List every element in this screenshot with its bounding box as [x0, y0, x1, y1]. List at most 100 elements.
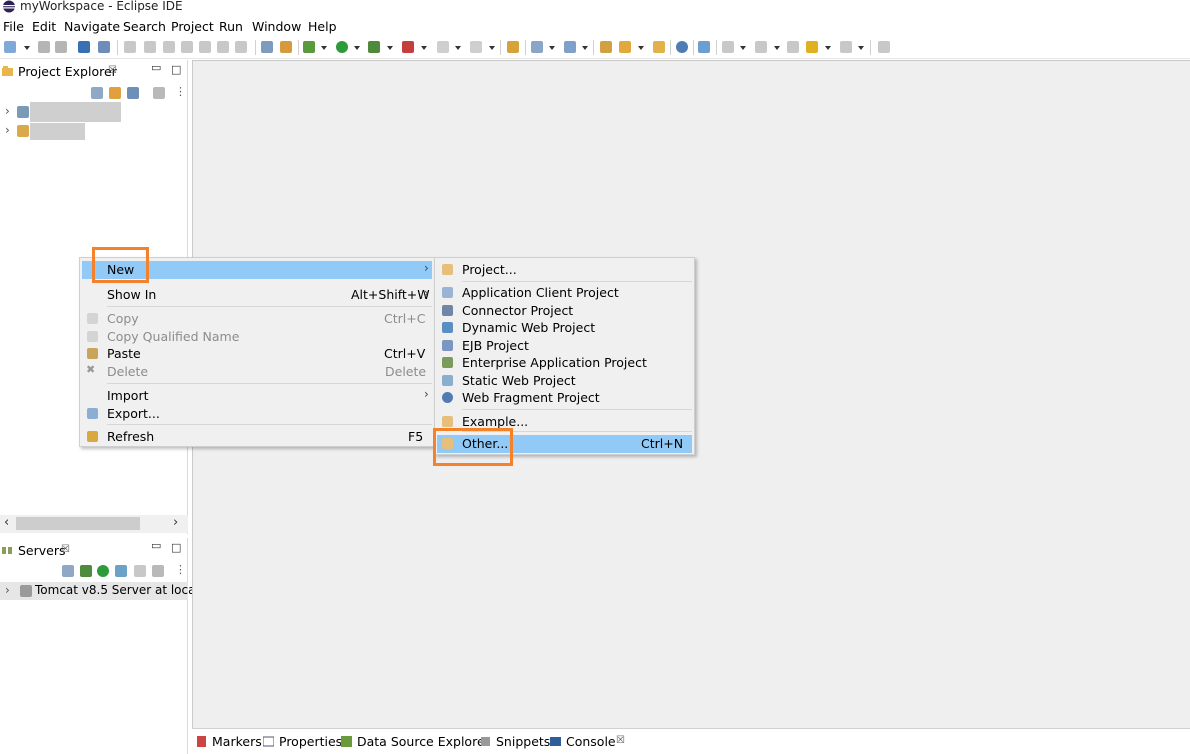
filter-icon[interactable] [127, 87, 139, 99]
submenu-item-connector-project[interactable]: Connector Project [437, 302, 692, 320]
globe-icon[interactable] [676, 41, 688, 53]
close-icon[interactable]: ☒ [616, 735, 625, 746]
view-menu-icon[interactable]: ⋮ [175, 85, 186, 98]
next-annotation-dropdown-icon[interactable] [740, 46, 746, 50]
tree-row[interactable]: › [0, 102, 188, 122]
save-all-icon[interactable] [55, 41, 67, 53]
task-dropdown-icon[interactable] [638, 46, 644, 50]
deploy-dropdown-icon[interactable] [489, 46, 495, 50]
collapse-all-icon[interactable] [91, 87, 103, 99]
menu-project[interactable]: Project [171, 19, 214, 34]
external-tools-icon[interactable] [402, 41, 414, 53]
new-server-icon[interactable] [531, 41, 543, 53]
start-server-icon[interactable] [97, 565, 109, 577]
run-icon[interactable] [336, 41, 348, 53]
new-icon[interactable] [4, 41, 16, 53]
link-with-editor-icon[interactable] [109, 87, 121, 99]
open-folder-icon[interactable] [653, 41, 665, 53]
focus-icon[interactable] [153, 87, 165, 99]
back-dropdown-icon[interactable] [825, 46, 831, 50]
open-task-icon[interactable] [619, 41, 631, 53]
menu-search[interactable]: Search [123, 19, 166, 34]
stop-dropdown-icon[interactable] [455, 46, 461, 50]
step-into-icon[interactable] [199, 41, 211, 53]
back-icon[interactable] [806, 41, 818, 53]
last-edit-icon[interactable] [787, 41, 799, 53]
chevron-right-icon[interactable]: › [5, 104, 10, 118]
new-server-dropdown-icon[interactable] [549, 46, 555, 50]
coverage-dropdown-icon[interactable] [387, 46, 393, 50]
debug-server-icon[interactable] [80, 565, 92, 577]
menu-run[interactable]: Run [219, 19, 243, 34]
new-dropdown-icon[interactable] [24, 46, 30, 50]
run-dropdown-icon[interactable] [354, 46, 360, 50]
profile-server-icon[interactable] [115, 565, 127, 577]
menu-edit[interactable]: Edit [32, 19, 56, 34]
minimize-icon[interactable]: ▭ [151, 539, 161, 552]
submenu-item-enterprise-application-project[interactable]: Enterprise Application Project [437, 354, 692, 372]
collapse-all-icon[interactable] [62, 565, 74, 577]
stop-icon[interactable] [437, 41, 449, 53]
menu-help[interactable]: Help [308, 19, 337, 34]
coverage-icon[interactable] [368, 41, 380, 53]
maximize-icon[interactable]: □ [171, 63, 181, 76]
stop-server-icon[interactable] [134, 565, 146, 577]
step-return-icon[interactable] [235, 41, 247, 53]
menu-window[interactable]: Window [252, 19, 301, 34]
resume-icon[interactable] [124, 41, 136, 53]
menu-item-show-in[interactable]: Show In Alt+Shift+W › [82, 286, 432, 304]
scrollbar-thumb[interactable] [16, 517, 140, 530]
menu-item-copy[interactable]: Copy Ctrl+C [82, 310, 432, 328]
step-over-icon[interactable] [217, 41, 229, 53]
submenu-item-ejb-project[interactable]: EJB Project [437, 337, 692, 355]
scroll-right-icon[interactable]: › [173, 515, 178, 530]
previous-annotation-icon[interactable] [755, 41, 767, 53]
menu-item-refresh[interactable]: Refresh F5 [82, 428, 432, 446]
server-row[interactable]: › Tomcat v8.5 Server at localh [0, 582, 206, 600]
close-icon[interactable]: ☒ [61, 544, 70, 555]
package-icon[interactable] [507, 41, 519, 53]
menu-file[interactable]: File [3, 19, 24, 34]
debug-dropdown-icon[interactable] [321, 46, 327, 50]
horizontal-scrollbar[interactable]: ‹ › [0, 515, 188, 533]
view-menu-icon[interactable]: ⋮ [175, 563, 186, 576]
submenu-item-web-fragment-project[interactable]: Web Fragment Project [437, 389, 692, 407]
scroll-left-icon[interactable]: ‹ [4, 515, 9, 530]
menu-navigate[interactable]: Navigate [64, 19, 120, 34]
toggle-mark-icon[interactable] [261, 41, 273, 53]
terminal-icon[interactable] [78, 41, 90, 53]
previous-annotation-dropdown-icon[interactable] [774, 46, 780, 50]
chevron-right-icon[interactable]: › [5, 583, 10, 597]
external-tools-dropdown-icon[interactable] [421, 46, 427, 50]
chevron-right-icon[interactable]: › [5, 123, 10, 137]
menu-item-export[interactable]: Export... [82, 405, 432, 423]
forward-dropdown-icon[interactable] [858, 46, 864, 50]
new-web-icon[interactable] [564, 41, 576, 53]
menu-item-import[interactable]: Import › [82, 387, 432, 405]
skip-breakpoints-icon[interactable] [98, 41, 110, 53]
debug-icon[interactable] [303, 41, 315, 53]
open-type-icon[interactable] [600, 41, 612, 53]
disconnect-icon[interactable] [181, 41, 193, 53]
forward-icon[interactable] [840, 41, 852, 53]
pin-editor-icon[interactable] [878, 41, 890, 53]
submenu-item-application-client-project[interactable]: Application Client Project [437, 284, 692, 302]
deploy-icon[interactable] [470, 41, 482, 53]
annotation-icon[interactable] [280, 41, 292, 53]
next-annotation-icon[interactable] [722, 41, 734, 53]
menu-item-delete[interactable]: ✖ Delete Delete [82, 363, 432, 381]
new-web-dropdown-icon[interactable] [582, 46, 588, 50]
submenu-item-dynamic-web-project[interactable]: Dynamic Web Project [437, 319, 692, 337]
save-icon[interactable] [38, 41, 50, 53]
submenu-item-static-web-project[interactable]: Static Web Project [437, 372, 692, 390]
suspend-icon[interactable] [144, 41, 156, 53]
publish-icon[interactable] [152, 565, 164, 577]
terminate-icon[interactable] [163, 41, 175, 53]
maximize-icon[interactable]: □ [171, 541, 181, 554]
search-icon[interactable] [698, 41, 710, 53]
close-icon[interactable]: ☒ [108, 65, 117, 76]
tree-row[interactable]: › [0, 122, 188, 140]
submenu-item-project[interactable]: Project... [437, 261, 692, 279]
menu-item-paste[interactable]: Paste Ctrl+V [82, 345, 432, 363]
minimize-icon[interactable]: ▭ [151, 61, 161, 74]
